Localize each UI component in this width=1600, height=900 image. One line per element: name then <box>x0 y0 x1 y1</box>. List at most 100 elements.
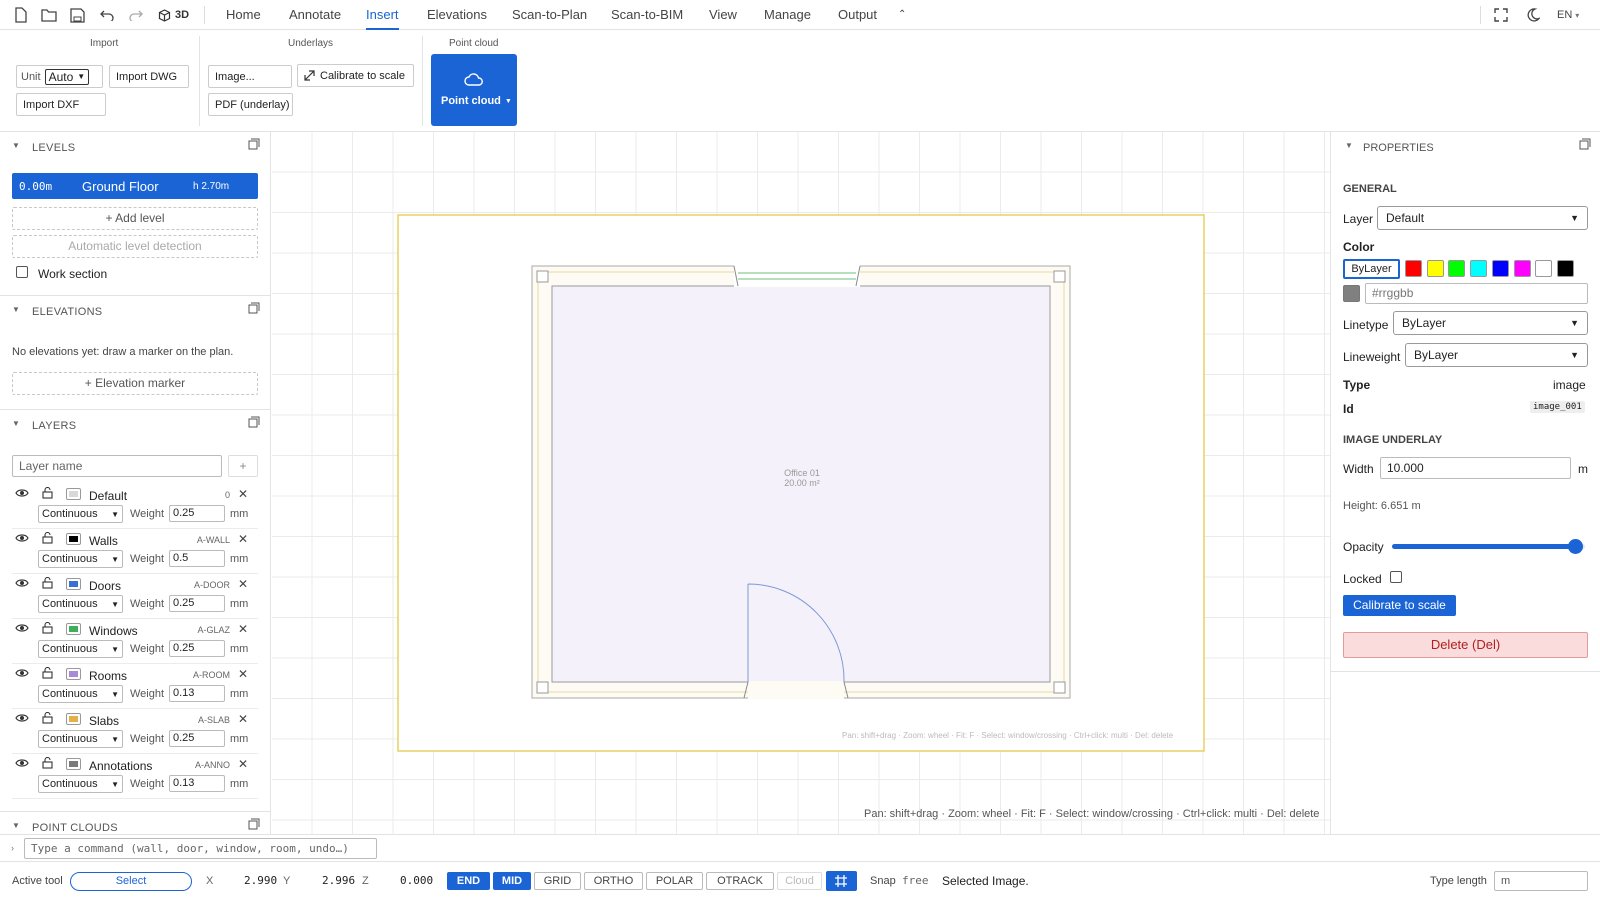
weight-input[interactable]: 0.5 <box>169 550 225 567</box>
weight-input[interactable]: 0.13 <box>169 685 225 702</box>
layer-row[interactable]: Annotations A-ANNO ✕ Continuous ▼ Weight 0.13 m… <box>12 755 258 799</box>
color-swatch[interactable] <box>1426 260 1444 277</box>
linetype-select[interactable]: Continuous ▼ <box>38 550 123 568</box>
layer-color-swatch[interactable] <box>66 713 81 725</box>
tab-home[interactable]: Home <box>226 0 261 30</box>
delete-layer-icon[interactable]: ✕ <box>238 532 248 546</box>
tab-elevations[interactable]: Elevations <box>427 0 487 30</box>
tab-annotate[interactable]: Annotate <box>289 0 341 30</box>
color-swatch[interactable] <box>1470 260 1488 277</box>
weight-input[interactable]: 0.25 <box>169 640 225 657</box>
levels-header[interactable]: ▼ LEVELS <box>0 132 270 160</box>
lock-open-icon[interactable] <box>42 757 53 769</box>
popout-icon[interactable] <box>1579 138 1591 150</box>
layer-row[interactable]: Slabs A-SLAB ✕ Continuous ▼ Weight 0.25 mm <box>12 710 258 754</box>
color-bylayer-button[interactable]: ByLayer <box>1343 259 1400 279</box>
eye-icon[interactable] <box>15 578 29 588</box>
weight-input[interactable]: 0.13 <box>169 775 225 792</box>
otrack-toggle[interactable]: OTRACK <box>706 872 774 890</box>
layer-color-swatch[interactable] <box>66 533 81 545</box>
color-swatch[interactable] <box>1513 260 1531 277</box>
redo-icon[interactable] <box>126 6 144 24</box>
unit-dropdown[interactable]: Auto ▼ <box>44 68 90 85</box>
layer-color-swatch[interactable] <box>66 758 81 770</box>
color-swatch[interactable] <box>1556 260 1574 277</box>
eye-icon[interactable] <box>15 713 29 723</box>
popout-icon[interactable] <box>248 416 260 428</box>
polar-toggle[interactable]: POLAR <box>646 872 703 890</box>
grid-toggle[interactable]: GRID <box>534 872 581 890</box>
calibrate-to-scale-button[interactable]: Calibrate to scale <box>1343 595 1456 616</box>
delete-layer-icon[interactable]: ✕ <box>238 577 248 591</box>
layer-name-input[interactable]: Layer name <box>12 455 222 477</box>
drawing-canvas[interactable]: Office 01 20.00 m² Pan: shift+drag · Zoo… <box>272 132 1330 834</box>
open-folder-icon[interactable] <box>40 6 58 24</box>
layer-row[interactable]: Rooms A-ROOM ✕ Continuous ▼ Weight 0.13 mm <box>12 665 258 709</box>
type-length-input[interactable]: m <box>1494 871 1588 891</box>
lock-open-icon[interactable] <box>42 712 53 724</box>
linetype-select[interactable]: Continuous ▼ <box>38 595 123 613</box>
snap-mid-toggle[interactable]: MID <box>493 872 531 890</box>
toggle-3d-button[interactable]: 3D <box>158 7 189 23</box>
lineweight-select[interactable]: ByLayer ▼ <box>1405 343 1588 367</box>
eye-icon[interactable] <box>15 758 29 768</box>
tab-manage[interactable]: Manage <box>764 0 811 30</box>
calibrate-to-scale-button[interactable]: Calibrate to scale <box>297 64 414 87</box>
grid-snap-button[interactable] <box>826 871 857 891</box>
popout-icon[interactable] <box>248 818 260 830</box>
language-selector[interactable]: EN ▾ <box>1557 9 1579 21</box>
image-underlay-button[interactable]: Image... <box>208 65 292 88</box>
tab-output[interactable]: Output <box>838 0 877 30</box>
linetype-select[interactable]: Continuous ▼ <box>38 640 123 658</box>
room-tag[interactable]: Office 01 20.00 m² <box>752 468 852 488</box>
eye-icon[interactable] <box>15 488 29 498</box>
new-file-icon[interactable] <box>12 6 30 24</box>
unit-select[interactable]: Unit Auto ▼ <box>16 65 103 88</box>
cloud-toggle[interactable]: Cloud <box>777 872 822 890</box>
lock-open-icon[interactable] <box>42 667 53 679</box>
pdf-underlay-button[interactable]: PDF (underlay) <box>208 93 293 116</box>
import-dxf-button[interactable]: Import DXF <box>16 93 106 116</box>
color-swatch[interactable] <box>1491 260 1509 277</box>
linetype-select[interactable]: ByLayer ▼ <box>1393 311 1588 335</box>
dark-mode-icon[interactable] <box>1524 6 1542 24</box>
command-input[interactable]: Type a command (wall, door, window, room… <box>24 838 377 859</box>
point-clouds-header[interactable]: ▼ POINT CLOUDS <box>0 811 270 834</box>
hex-color-input[interactable]: #rrggbb <box>1365 283 1588 304</box>
color-swatch[interactable] <box>1535 260 1553 277</box>
delete-layer-icon[interactable]: ✕ <box>238 487 248 501</box>
add-level-button[interactable]: + Add level <box>12 207 258 230</box>
layer-row[interactable]: Default 0 ✕ Continuous ▼ Weight 0.25 mm <box>12 485 258 529</box>
layer-select[interactable]: Default ▼ <box>1377 206 1588 230</box>
tab-scan-to-bim[interactable]: Scan-to-BIM <box>611 0 683 30</box>
popout-icon[interactable] <box>248 138 260 150</box>
eye-icon[interactable] <box>15 623 29 633</box>
layer-color-swatch[interactable] <box>66 578 81 590</box>
tab-insert[interactable]: Insert <box>366 0 399 30</box>
ortho-toggle[interactable]: ORTHO <box>584 872 643 890</box>
delete-layer-icon[interactable]: ✕ <box>238 712 248 726</box>
auto-level-detection-button[interactable]: Automatic level detection <box>12 235 258 258</box>
delete-layer-icon[interactable]: ✕ <box>238 622 248 636</box>
work-section-checkbox[interactable] <box>16 266 28 278</box>
tab-view[interactable]: View <box>709 0 737 30</box>
point-cloud-button[interactable]: Point cloud ▼ <box>431 54 517 126</box>
elevations-header[interactable]: ▼ ELEVATIONS <box>0 295 270 323</box>
delete-layer-icon[interactable]: ✕ <box>238 757 248 771</box>
import-dwg-button[interactable]: Import DWG <box>109 65 189 88</box>
layer-row[interactable]: Windows A-GLAZ ✕ Continuous ▼ Weight 0.25 mm <box>12 620 258 664</box>
level-item-active[interactable]: 0.00m Ground Floor h 2.70m <box>12 173 258 199</box>
linetype-select[interactable]: Continuous ▼ <box>38 505 123 523</box>
lock-open-icon[interactable] <box>42 622 53 634</box>
undo-icon[interactable] <box>98 6 116 24</box>
popout-icon[interactable] <box>248 302 260 314</box>
linetype-select[interactable]: Continuous ▼ <box>38 685 123 703</box>
add-layer-button[interactable]: + <box>228 455 258 477</box>
current-color-preview[interactable] <box>1343 285 1360 302</box>
lock-open-icon[interactable] <box>42 577 53 589</box>
eye-icon[interactable] <box>15 668 29 678</box>
active-tool-pill[interactable]: Select <box>70 872 192 891</box>
lock-open-icon[interactable] <box>42 532 53 544</box>
weight-input[interactable]: 0.25 <box>169 505 225 522</box>
add-elevation-marker-button[interactable]: + Elevation marker <box>12 372 258 395</box>
